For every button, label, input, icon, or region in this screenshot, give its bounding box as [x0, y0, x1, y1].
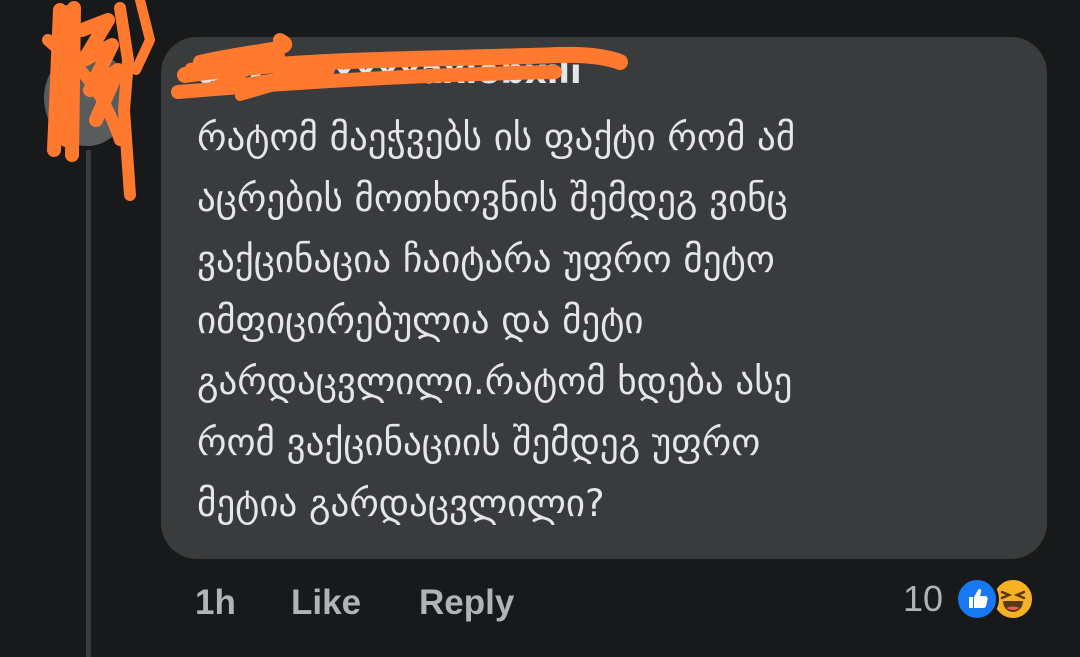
comment-line: რომ ვაქცინაციის შემდეგ უფრო — [197, 421, 761, 464]
avatar[interactable] — [44, 50, 130, 146]
comment-line: ვაქცინაცია ჩაიტარა უფრო მეტო — [197, 238, 775, 281]
comment-timestamp[interactable]: 1h — [195, 580, 236, 626]
comment-text: რატომ მაეჭვებს ის ფაქტი რომ ამ აცრების მ… — [197, 107, 1027, 534]
reaction-summary[interactable]: 10 — [903, 576, 1036, 622]
thread-line — [86, 150, 91, 657]
like-icon — [955, 577, 1000, 621]
comment-author[interactable]: ahxxxxxxxxaxiobxili — [198, 52, 582, 92]
like-button[interactable]: Like — [291, 580, 361, 626]
comment-line: აცრების მოთხოვნის შემდეგ ვინც — [197, 177, 788, 220]
reply-button[interactable]: Reply — [419, 580, 514, 626]
comment-line: გარდაცვლილი.რატომ ხდება ასე — [197, 360, 793, 403]
reaction-count: 10 — [903, 578, 944, 619]
comment-line: რატომ მაეჭვებს ის ფაქტი რომ ამ — [197, 116, 796, 159]
comment-line: მეტია გარდაცვლილი? — [197, 482, 605, 525]
comment-line: იმფიცირებულია და მეტი — [197, 299, 644, 342]
